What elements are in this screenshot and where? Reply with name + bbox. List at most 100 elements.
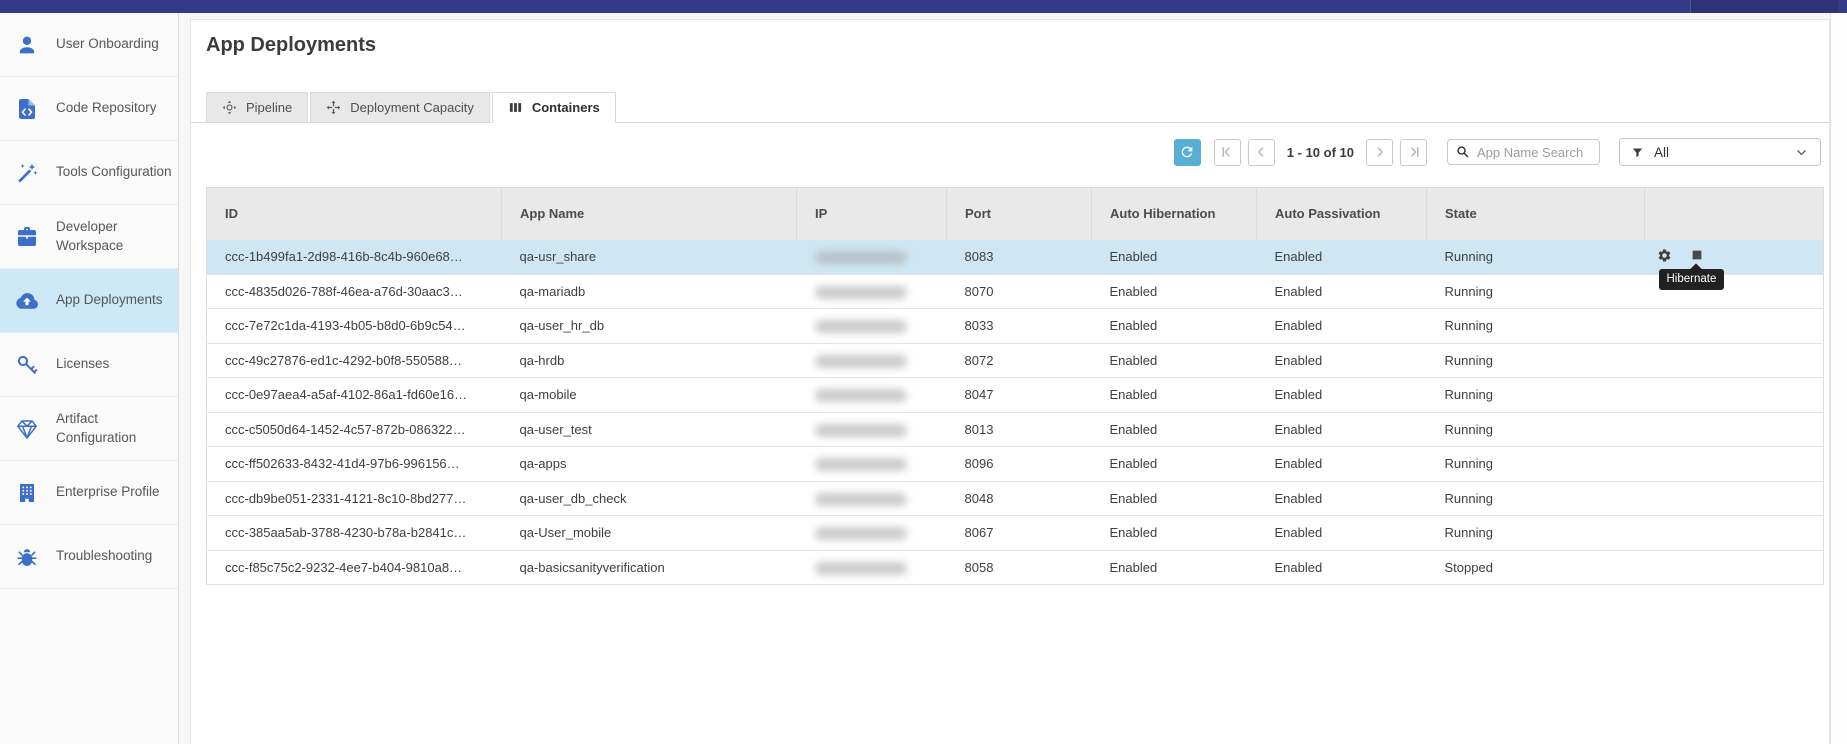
topbar-right-segment xyxy=(1690,0,1838,13)
cell-auto-passivation: Enabled xyxy=(1257,516,1427,551)
stop-square-icon xyxy=(1690,248,1704,262)
last-page-button[interactable] xyxy=(1400,139,1427,166)
column-header: IP xyxy=(797,188,947,240)
cell-ip xyxy=(797,447,947,482)
cell-auto-hibernation: Enabled xyxy=(1092,481,1257,516)
tab[interactable]: Containers xyxy=(492,92,616,123)
cell-app-name: qa-User_mobile xyxy=(502,516,797,551)
table-row[interactable]: ccc-db9be051-2331-4121-8c10-8bd277… qa-u… xyxy=(207,481,1824,516)
cell-app-name: qa-user_db_check xyxy=(502,481,797,516)
sidebar-item[interactable]: User Onboarding xyxy=(0,13,178,77)
cell-auto-hibernation: Enabled xyxy=(1092,343,1257,378)
tab[interactable]: Pipeline xyxy=(206,92,308,122)
column-header xyxy=(1645,188,1824,240)
pagination-range: 1 - 10 of 10 xyxy=(1287,145,1354,160)
ip-redacted-value xyxy=(815,424,907,437)
cell-port: 8067 xyxy=(947,516,1092,551)
cell-ip xyxy=(797,240,947,275)
sidebar-item[interactable]: Licenses xyxy=(0,333,178,397)
filter-selected-value: All xyxy=(1654,145,1795,160)
main-content: App Deployments Pipeline Deployment Capa… xyxy=(179,13,1847,744)
chevron-left-icon xyxy=(1254,145,1268,159)
cell-state: Running xyxy=(1427,378,1645,413)
building-icon xyxy=(15,481,39,505)
refresh-button[interactable] xyxy=(1174,139,1201,166)
cell-auto-hibernation: Enabled xyxy=(1092,447,1257,482)
cell-port: 8096 xyxy=(947,447,1092,482)
cell-auto-passivation: Enabled xyxy=(1257,550,1427,585)
containers-table: ID App Name IP Port Auto Hibernation Aut… xyxy=(206,187,1824,585)
tab-bar: Pipeline Deployment Capacity Containers xyxy=(191,92,1829,123)
cell-ip xyxy=(797,481,947,516)
cell-id: ccc-db9be051-2331-4121-8c10-8bd277… xyxy=(207,481,502,516)
table-row[interactable]: ccc-c5050d64-1452-4c57-872b-086322… qa-u… xyxy=(207,412,1824,447)
tab-label: Containers xyxy=(532,100,600,115)
cell-actions xyxy=(1645,309,1824,344)
chevron-right-icon xyxy=(1373,145,1387,159)
hibernate-button[interactable] xyxy=(1690,248,1704,262)
cell-state: Running xyxy=(1427,447,1645,482)
cell-actions xyxy=(1645,481,1824,516)
cell-app-name: qa-apps xyxy=(502,447,797,482)
sidebar-item-label: Code Repository xyxy=(56,99,174,117)
cell-state: Running xyxy=(1427,481,1645,516)
table-row[interactable]: ccc-49c27876-ed1c-4292-b0f8-550588… qa-h… xyxy=(207,343,1824,378)
cell-auto-hibernation: Enabled xyxy=(1092,274,1257,309)
settings-button[interactable] xyxy=(1657,248,1672,263)
vertical-scrollbar[interactable] xyxy=(1830,13,1847,744)
ip-redacted-value xyxy=(815,458,907,471)
cell-ip xyxy=(797,309,947,344)
cell-actions xyxy=(1645,343,1824,378)
table-row[interactable]: ccc-1b499fa1-2d98-416b-8c4b-960e68… qa-u… xyxy=(207,240,1824,275)
table-row[interactable]: ccc-0e97aea4-a5af-4102-86a1-fd60e16… qa-… xyxy=(207,378,1824,413)
table-row[interactable]: ccc-4835d026-788f-46ea-a76d-30aac3… qa-m… xyxy=(207,274,1824,309)
sidebar-item-label: Licenses xyxy=(56,355,174,373)
cloud-upload-icon xyxy=(15,289,39,313)
sidebar-item-label: Tools Configuration xyxy=(56,163,174,181)
previous-page-button[interactable] xyxy=(1248,139,1275,166)
cell-id: ccc-ff502633-8432-41d4-97b6-996156… xyxy=(207,447,502,482)
sidebar-item-label: Troubleshooting xyxy=(56,547,174,565)
cell-auto-passivation: Enabled xyxy=(1257,481,1427,516)
chevron-down-icon xyxy=(1795,146,1808,159)
cell-port: 8033 xyxy=(947,309,1092,344)
next-page-button[interactable] xyxy=(1366,139,1393,166)
sidebar-item[interactable]: Troubleshooting xyxy=(0,525,178,589)
key-icon xyxy=(15,353,39,377)
ip-redacted-value xyxy=(815,286,907,299)
sidebar-item-label: Developer Workspace xyxy=(56,218,174,254)
sidebar-item[interactable]: Artifact Configuration xyxy=(0,397,178,461)
pipeline-icon xyxy=(222,100,237,115)
cell-state: Stopped xyxy=(1427,550,1645,585)
column-header: App Name xyxy=(502,188,797,240)
cell-actions xyxy=(1645,378,1824,413)
ip-redacted-value xyxy=(815,251,907,264)
sidebar-item[interactable]: App Deployments xyxy=(0,269,178,333)
cell-id: ccc-0e97aea4-a5af-4102-86a1-fd60e16… xyxy=(207,378,502,413)
top-navigation-bar xyxy=(0,0,1847,13)
cell-state: Running xyxy=(1427,343,1645,378)
magic-wand-icon xyxy=(15,161,39,185)
sidebar-item[interactable]: Tools Configuration xyxy=(0,141,178,205)
cell-port: 8058 xyxy=(947,550,1092,585)
sidebar-item-label: App Deployments xyxy=(56,291,174,309)
cell-ip xyxy=(797,550,947,585)
content-panel: App Deployments Pipeline Deployment Capa… xyxy=(190,19,1830,744)
table-row[interactable]: ccc-f85c75c2-9232-4ee7-b404-9810a8… qa-b… xyxy=(207,550,1824,585)
tab[interactable]: Deployment Capacity xyxy=(310,92,490,122)
first-page-button[interactable] xyxy=(1214,139,1241,166)
cell-app-name: qa-mariadb xyxy=(502,274,797,309)
cell-state: Running xyxy=(1427,274,1645,309)
sidebar-item[interactable]: Code Repository xyxy=(0,77,178,141)
sidebar-item[interactable]: Enterprise Profile xyxy=(0,461,178,525)
cell-id: ccc-c5050d64-1452-4c57-872b-086322… xyxy=(207,412,502,447)
cell-app-name: qa-usr_share xyxy=(502,240,797,275)
sidebar-item-label: Enterprise Profile xyxy=(56,483,174,501)
table-row[interactable]: ccc-ff502633-8432-41d4-97b6-996156… qa-a… xyxy=(207,447,1824,482)
cell-state: Running xyxy=(1427,240,1645,275)
table-row[interactable]: ccc-385aa5ab-3788-4230-b78a-b2841c… qa-U… xyxy=(207,516,1824,551)
filter-select[interactable]: All xyxy=(1619,138,1821,166)
cell-app-name: qa-user_test xyxy=(502,412,797,447)
sidebar-item[interactable]: Developer Workspace xyxy=(0,205,178,269)
table-row[interactable]: ccc-7e72c1da-4193-4b05-b8d0-6b9c54… qa-u… xyxy=(207,309,1824,344)
